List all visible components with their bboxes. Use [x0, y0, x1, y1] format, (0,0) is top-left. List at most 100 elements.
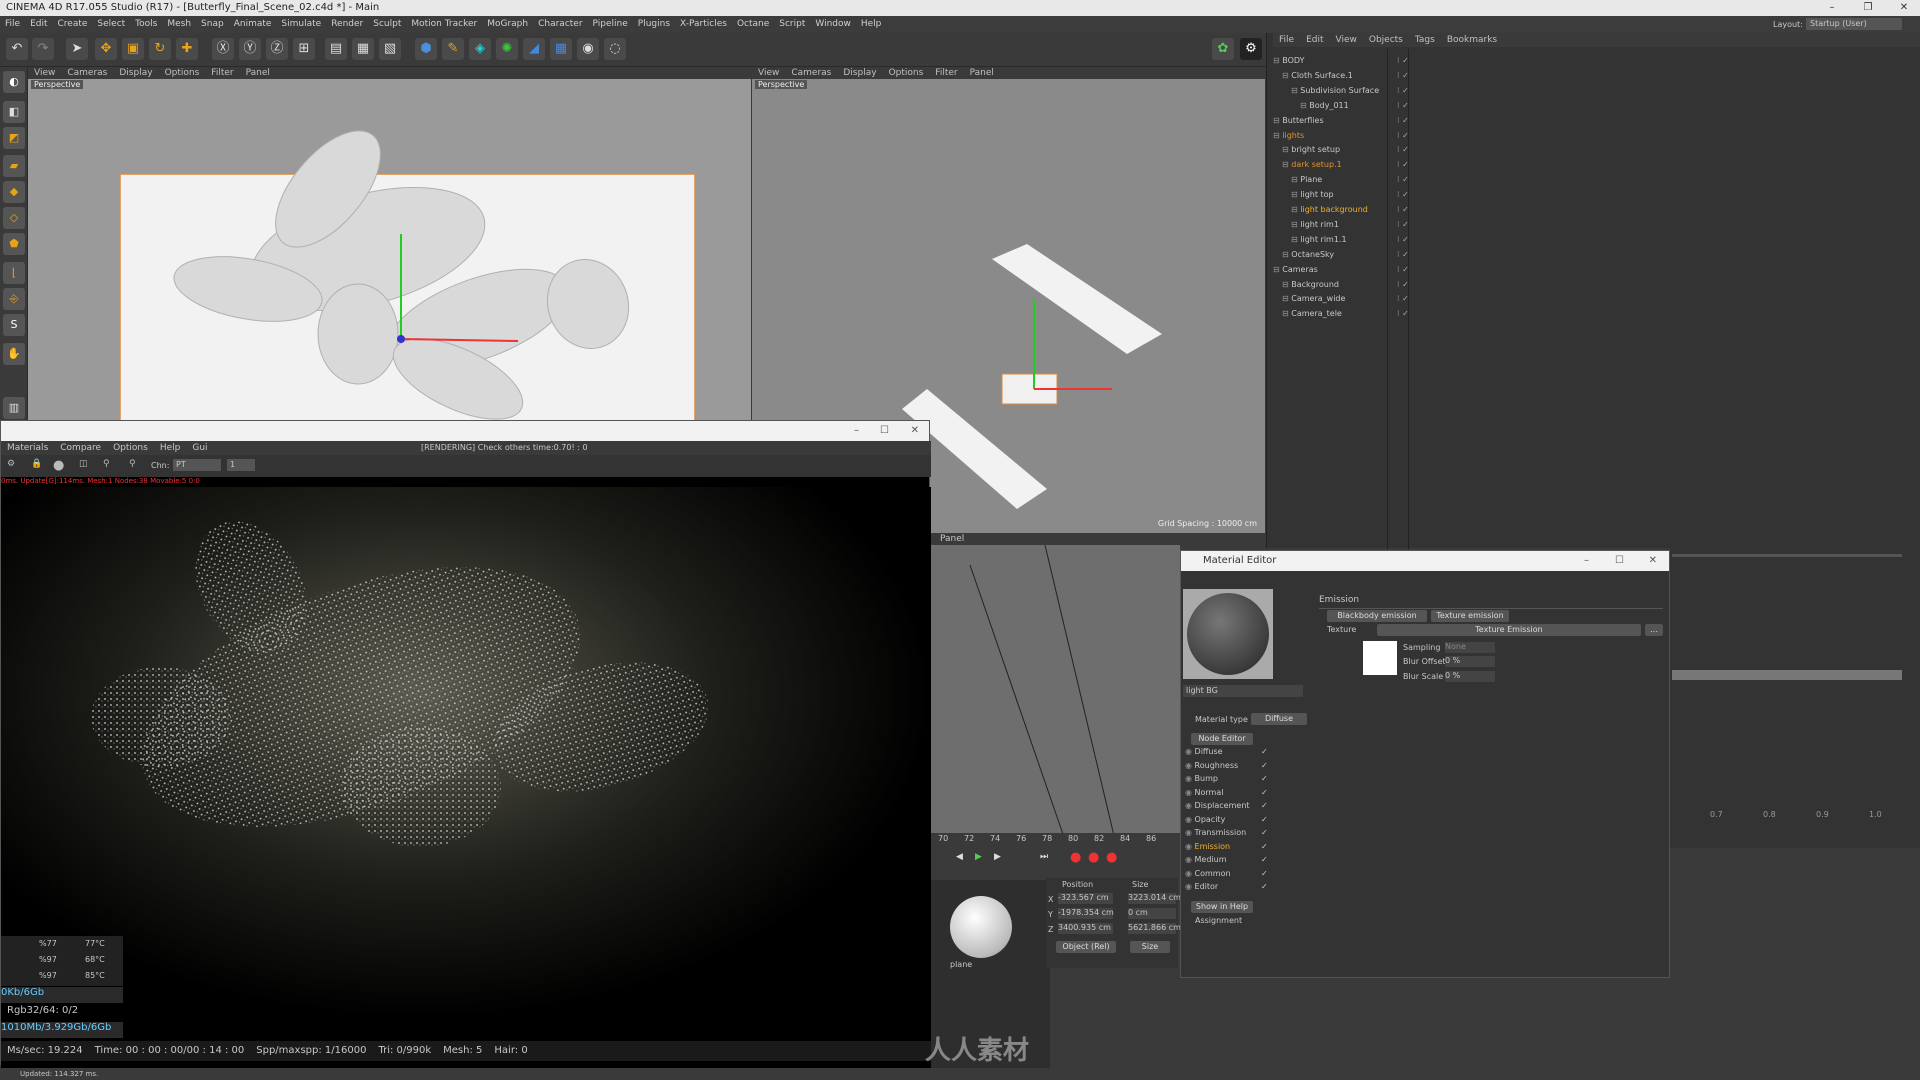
pos-x-field[interactable]: -323.567 cm	[1058, 893, 1113, 904]
undo-icon[interactable]: ↶	[6, 38, 28, 60]
channel-checkbox[interactable]: ✓	[1261, 747, 1268, 756]
om-menu-view[interactable]: View	[1336, 35, 1357, 45]
visibility-dots-icon[interactable]: ⁝ ✓	[1397, 202, 1409, 217]
object-row[interactable]: ⊟ bright setup ⁝ ✓	[1273, 142, 1903, 157]
render-menu-compare[interactable]: Compare	[60, 443, 101, 453]
last-tool-icon[interactable]: ✚	[176, 38, 198, 60]
channel-normal[interactable]: ◉ Normal ✓	[1185, 788, 1281, 800]
channel-common[interactable]: ◉ Common ✓	[1185, 869, 1281, 881]
channel-checkbox[interactable]: ✓	[1261, 842, 1268, 851]
z-axis-gizmo[interactable]	[397, 335, 405, 343]
radio-icon[interactable]: ◉	[1185, 828, 1195, 837]
channel-checkbox[interactable]: ✓	[1261, 801, 1268, 810]
radio-icon[interactable]: ◉	[1185, 801, 1195, 810]
move-tool-icon[interactable]: ✥	[95, 38, 117, 60]
menu-script[interactable]: Script	[779, 19, 805, 29]
channel-checkbox[interactable]: ✓	[1261, 869, 1268, 878]
object-row[interactable]: ⊟ Butterflies ⁝ ✓	[1273, 113, 1903, 128]
viewport-menu-view[interactable]: View	[758, 68, 779, 78]
record-icon[interactable]: ●	[1070, 850, 1081, 865]
play-icon[interactable]: ▶	[975, 852, 982, 862]
render-menu-help[interactable]: Help	[160, 443, 181, 453]
visibility-dots-icon[interactable]: ⁝ ✓	[1397, 217, 1409, 232]
visibility-dots-icon[interactable]: ⁝ ✓	[1397, 68, 1409, 83]
viewport-menu-filter[interactable]: Filter	[935, 68, 957, 78]
make-editable-icon[interactable]: ◐	[3, 71, 25, 93]
radio-icon[interactable]: ◉	[1185, 842, 1195, 851]
render-minimize-icon[interactable]: –	[854, 421, 859, 441]
prev-frame-icon[interactable]: ◀	[956, 852, 963, 862]
autokey-icon[interactable]: ●	[1088, 850, 1099, 865]
keyframe-icon[interactable]: ●	[1106, 850, 1117, 865]
model-mode-icon[interactable]: ◧	[3, 101, 25, 123]
object-row[interactable]: ⊟ Plane ⁝ ✓	[1273, 172, 1903, 187]
channel-transmission[interactable]: ◉ Transmission ✓	[1185, 828, 1281, 840]
menu-select[interactable]: Select	[97, 19, 125, 29]
blur-scale-field[interactable]: 0 %	[1445, 671, 1495, 682]
lock-icon[interactable]: 🔒	[31, 459, 42, 469]
object-row[interactable]: ⊟ Cloth Surface.1 ⁝ ✓	[1273, 68, 1903, 83]
size-y-field[interactable]: 0 cm	[1128, 908, 1176, 919]
menu-mesh[interactable]: Mesh	[167, 19, 191, 29]
visibility-dots-icon[interactable]: ⁝ ✓	[1397, 113, 1409, 128]
render-view-icon[interactable]: ▦	[352, 38, 374, 60]
menu-motion-tracker[interactable]: Motion Tracker	[411, 19, 477, 29]
visibility-dots-icon[interactable]: ⁝ ✓	[1397, 172, 1409, 187]
render-maximize-icon[interactable]: ☐	[880, 421, 889, 441]
lock-workplane-icon[interactable]: ✋	[3, 343, 25, 365]
channel-medium[interactable]: ◉ Medium ✓	[1185, 855, 1281, 867]
timeline-ruler[interactable]: 70 72 74 76 78 80 82 84 86	[930, 833, 1180, 845]
visibility-dots-icon[interactable]: ⁝ ✓	[1397, 83, 1409, 98]
viewport-menu-filter[interactable]: Filter	[211, 68, 233, 78]
channel-opacity[interactable]: ◉ Opacity ✓	[1185, 815, 1281, 827]
viewport-menu-display[interactable]: Display	[843, 68, 876, 78]
octane-icon[interactable]: ✿	[1212, 38, 1234, 60]
me-minimize-icon[interactable]: –	[1584, 551, 1589, 571]
object-row[interactable]: ⊟ light rim1.1 ⁝ ✓	[1273, 232, 1903, 247]
menu-character[interactable]: Character	[538, 19, 582, 29]
menu-create[interactable]: Create	[58, 19, 88, 29]
object-row[interactable]: ⊟ Camera_tele ⁝ ✓	[1273, 306, 1903, 321]
object-row[interactable]: ⊟ Background ⁝ ✓	[1273, 277, 1903, 292]
viewport-menu-panel[interactable]: Panel	[246, 68, 270, 78]
object-row[interactable]: ⊟ Cameras ⁝ ✓	[1273, 262, 1903, 277]
pos-z-field[interactable]: 3400.935 cm	[1058, 923, 1113, 934]
material-name-field[interactable]: light BG	[1183, 685, 1303, 697]
radio-icon[interactable]: ◉	[1185, 815, 1195, 824]
om-menu-bookmarks[interactable]: Bookmarks	[1447, 35, 1497, 45]
visibility-dots-icon[interactable]: ⁝ ✓	[1397, 306, 1409, 321]
menu-tools[interactable]: Tools	[135, 19, 157, 29]
channel-editor[interactable]: ◉ Editor ✓	[1185, 882, 1281, 894]
object-row[interactable]: ⊟ Subdivision Surface ⁝ ✓	[1273, 83, 1903, 98]
object-row[interactable]: ⊟ light rim1 ⁝ ✓	[1273, 217, 1903, 232]
edges-mode-icon[interactable]: ◇	[3, 207, 25, 229]
channel-diffuse[interactable]: ◉ Diffuse ✓	[1185, 747, 1281, 759]
viewport-menu-display[interactable]: Display	[119, 68, 152, 78]
subdivision-icon[interactable]: ◈	[469, 38, 491, 60]
visibility-dots-icon[interactable]: ⁝ ✓	[1397, 291, 1409, 306]
visibility-dots-icon[interactable]: ⁝ ✓	[1397, 247, 1409, 262]
menu-plugins[interactable]: Plugins	[638, 19, 670, 29]
channel-checkbox[interactable]: ✓	[1261, 882, 1268, 891]
x-axis-icon[interactable]: Ⓧ	[212, 38, 234, 60]
pen-icon[interactable]: ✎	[442, 38, 464, 60]
points-mode-icon[interactable]: ◆	[3, 181, 25, 203]
render-close-icon[interactable]: ✕	[911, 421, 919, 441]
camera-icon[interactable]: ◉	[577, 38, 599, 60]
material-swatch-plane[interactable]	[950, 896, 1012, 958]
region-icon[interactable]: ◫	[79, 459, 88, 469]
snap-icon[interactable]: S	[3, 314, 25, 336]
cloner-icon[interactable]: ✺	[496, 38, 518, 60]
render-settings-icon[interactable]: ▧	[379, 38, 401, 60]
material-type-dropdown[interactable]: Diffuse	[1251, 713, 1307, 725]
menu-snap[interactable]: Snap	[201, 19, 224, 29]
coord-mode-dropdown[interactable]: Object (Rel)	[1056, 941, 1116, 953]
render-menu-materials[interactable]: Materials	[7, 443, 48, 453]
om-menu-tags[interactable]: Tags	[1415, 35, 1435, 45]
radio-icon[interactable]: ◉	[1185, 774, 1195, 783]
object-row[interactable]: ⊟ BODY ⁝ ✓	[1273, 53, 1903, 68]
menu-window[interactable]: Window	[815, 19, 851, 29]
workplane-icon[interactable]: ▰	[3, 155, 25, 177]
visibility-dots-icon[interactable]: ⁝ ✓	[1397, 232, 1409, 247]
visibility-dots-icon[interactable]: ⁝ ✓	[1397, 157, 1409, 172]
